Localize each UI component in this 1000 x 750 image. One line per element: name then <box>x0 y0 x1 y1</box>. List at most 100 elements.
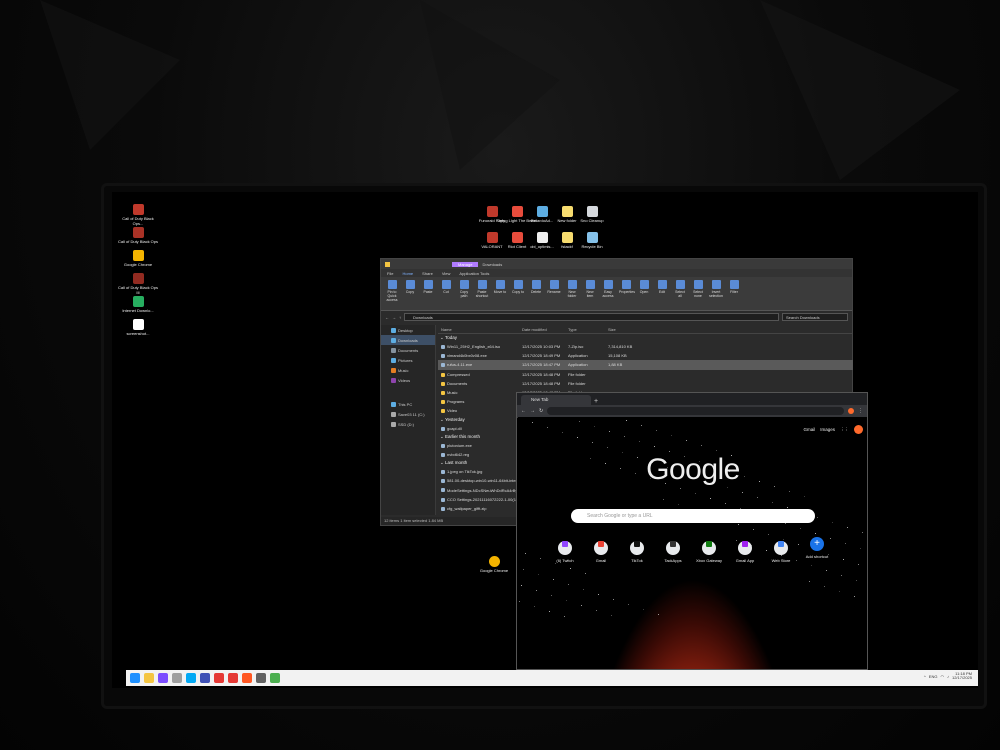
sidebar-item[interactable]: Desktop <box>381 325 435 335</box>
explorer-icon[interactable] <box>144 673 154 683</box>
sidebar-item[interactable]: Videos <box>381 375 435 385</box>
ribbon-button[interactable]: Cut <box>439 280 453 307</box>
back-icon[interactable]: ← <box>385 315 389 320</box>
ribbon-button[interactable]: Properties <box>619 280 635 307</box>
ribbon-button[interactable]: Paste <box>421 280 435 307</box>
col-name[interactable]: Name <box>438 327 522 333</box>
new-tab-button[interactable]: + <box>594 398 598 405</box>
table-row[interactable]: Documents 12/17/2025 18:48 PM File folder <box>438 379 853 388</box>
ribbon-tab[interactable]: Application Tools <box>459 271 489 276</box>
sidebar-item[interactable]: Pictures <box>381 355 435 365</box>
desktop-icon[interactable]: Sno Cleanup <box>572 206 612 223</box>
table-row[interactable]: Win11_25H2_English_x64.iso 12/17/2025 10:… <box>438 342 853 351</box>
ribbon-button[interactable]: Select none <box>691 280 705 307</box>
col-type[interactable]: Type <box>568 327 608 333</box>
shortcut-tile[interactable]: (6) Twitch <box>549 537 581 563</box>
ribbon-button[interactable]: Copy path <box>457 280 471 307</box>
shortcut-tile[interactable]: Gmail <box>585 537 617 563</box>
profile-icon[interactable] <box>848 408 854 414</box>
ribbon-button[interactable]: Paste shortcut <box>475 280 489 307</box>
ribbon-button[interactable]: Invert selection <box>709 280 723 307</box>
record-icon[interactable] <box>242 673 252 683</box>
avatar[interactable] <box>854 425 863 434</box>
shortcut-tile[interactable]: Xbox Gateway <box>693 537 725 563</box>
shortcut-tile[interactable]: + Add shortcut <box>801 537 833 559</box>
table-row[interactable]: ximand4k0bx0v08.exe 12/17/2025 18:49 PM Ap… <box>438 351 853 360</box>
app-icon <box>511 232 523 243</box>
chrome-icon[interactable] <box>270 673 280 683</box>
shortcut-tile[interactable]: Web Store <box>765 537 797 563</box>
widget-icon[interactable] <box>158 673 168 683</box>
sidebar-item[interactable]: Documents <box>381 345 435 355</box>
chevron-up-icon[interactable]: ^ <box>924 674 926 679</box>
omnibox[interactable] <box>547 407 844 415</box>
ribbon-button[interactable]: Copy <box>403 280 417 307</box>
ribbon-button[interactable]: Pin to Quick access <box>385 280 399 307</box>
start-icon[interactable] <box>130 673 140 683</box>
clock[interactable]: 11:18 PM 12/17/2025 <box>952 672 972 680</box>
sidebar-item[interactable]: Music <box>381 365 435 375</box>
ribbon-button[interactable]: Copy to <box>511 280 525 307</box>
back-icon[interactable]: ← <box>521 408 526 414</box>
col-date[interactable]: Date modified <box>522 327 568 333</box>
ribbon-button[interactable]: Select all <box>673 280 687 307</box>
table-cell: ximand4k0bx0v08.exe <box>438 353 522 358</box>
shortcut-tile[interactable]: TackApps <box>657 537 689 563</box>
forward-icon[interactable]: → <box>392 315 396 320</box>
ribbon-tab[interactable]: Home <box>402 271 413 276</box>
ribbon-button[interactable]: Open <box>637 280 651 307</box>
desktop-icon[interactable]: Recycle Bin <box>572 232 612 249</box>
ribbon-tab[interactable]: File <box>387 271 393 276</box>
store-icon[interactable] <box>214 673 224 683</box>
sidebar-item[interactable]: SSD (D:) <box>381 419 435 429</box>
edit-icon[interactable] <box>256 673 266 683</box>
address-bar[interactable]: Downloads <box>404 313 779 321</box>
desktop-icon[interactable]: Call of Duty Black Ops <box>118 227 158 244</box>
col-size[interactable]: Size <box>608 327 638 333</box>
table-row[interactable]: rufus-4.11.exe 12/17/2025 18:47 PM Applica… <box>438 360 853 370</box>
shortcut-tile[interactable]: Gmail App <box>729 537 761 563</box>
media-icon[interactable] <box>186 673 196 683</box>
gmail-link[interactable]: Gmail <box>803 427 815 432</box>
ribbon-button[interactable]: Easy access <box>601 280 615 307</box>
volume-icon[interactable]: ♪ <box>947 674 949 679</box>
up-icon[interactable]: ↑ <box>399 315 401 320</box>
ribbon-button[interactable]: New item <box>583 280 597 307</box>
ribbon-tab[interactable]: View <box>442 271 451 276</box>
apps-icon[interactable]: ⋮⋮ <box>840 427 849 433</box>
ribbon-button[interactable]: Rename <box>547 280 561 307</box>
desktop-icon[interactable]: Google Chrome <box>118 250 158 267</box>
ribbon-button[interactable]: Move to <box>493 280 507 307</box>
menu-icon[interactable]: ⋮ <box>858 408 863 414</box>
youtube-icon[interactable] <box>228 673 238 683</box>
wifi-icon[interactable]: ◠ <box>940 674 944 679</box>
desktop-icon[interactable]: Internet Downlo... <box>118 296 158 313</box>
ribbon-button[interactable]: Filter <box>727 280 741 307</box>
ribbon-button[interactable]: Delete <box>529 280 543 307</box>
google-search-box[interactable]: Search Google or type a URL <box>571 509 815 523</box>
sidebar-item[interactable]: Downloads <box>381 335 435 345</box>
ribbon-button[interactable]: Edit <box>655 280 669 307</box>
group-header[interactable]: ⌄ Today <box>438 334 853 342</box>
images-link[interactable]: Images <box>820 427 835 432</box>
sidebar-item[interactable]: Save03 11 (C:) <box>381 409 435 419</box>
manage-tab[interactable]: Manage <box>452 261 479 267</box>
table-row[interactable]: Compressed 12/17/2025 18:48 PM File folder <box>438 370 853 379</box>
ribbon-tab[interactable]: Share <box>422 271 433 276</box>
forward-icon[interactable]: → <box>530 408 535 414</box>
desktop-icon[interactable]: screenshot... <box>118 319 158 336</box>
reload-icon[interactable]: ↻ <box>539 408 543 414</box>
tab-new-tab[interactable]: New Tab <box>521 395 591 405</box>
ribbon-button[interactable]: New folder <box>565 280 579 307</box>
desktop-icon[interactable]: Call of Duty Black Ops... <box>118 204 158 226</box>
game-icon[interactable] <box>200 673 210 683</box>
shortcut-tile[interactable]: TikTok <box>621 537 653 563</box>
table-cell: 1,88 KB <box>608 362 638 367</box>
lang-indicator[interactable]: ENG <box>929 674 938 679</box>
chrome-window[interactable]: New Tab + ← → ↻ ⋮ Gmail Images ⋮⋮ Google… <box>516 392 868 670</box>
app-icon[interactable] <box>172 673 182 683</box>
search-input[interactable]: Search Downloads <box>782 313 848 321</box>
sidebar-item[interactable]: This PC <box>381 399 435 409</box>
desktop-chrome-shortcut[interactable]: Google Chrome <box>474 556 514 573</box>
desktop-icon[interactable]: Call of Duty Black Ops III <box>118 273 158 295</box>
